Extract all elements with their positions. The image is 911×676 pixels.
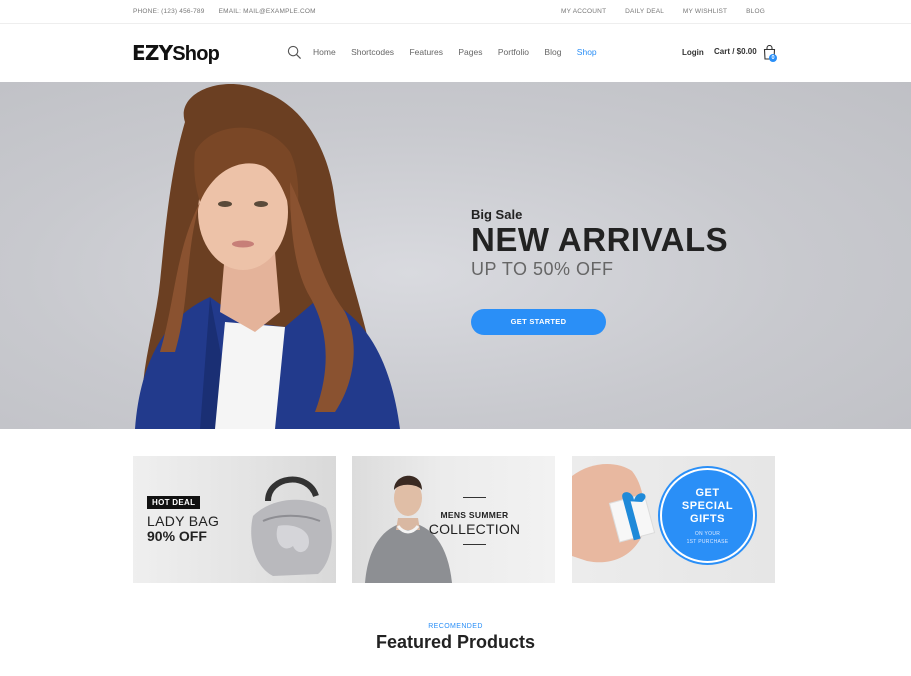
gift-title-line-3: GIFTS (690, 513, 725, 525)
handbag-image (251, 476, 332, 576)
lady-bag-discount: 90% OFF (147, 528, 207, 544)
gift-sub-line-1: ON YOUR (694, 531, 721, 537)
model-photo (135, 83, 400, 429)
hero-title: NEW ARRIVALS (471, 221, 729, 258)
get-started-button[interactable]: GET STARTED (471, 309, 606, 335)
link-daily-deal[interactable]: DAILY DEAL (625, 8, 664, 15)
hero-eyebrow: Big Sale (471, 207, 523, 222)
nav-home[interactable]: Home (313, 47, 336, 57)
email-text[interactable]: EMAIL: MAIL@EXAMPLE.COM (219, 8, 316, 15)
hero-text: Big Sale NEW ARRIVALS UP TO 50% OFF (471, 207, 728, 280)
recommended-eyebrow: RECOMENDED (428, 623, 483, 630)
logo-part-ezy: EZY (132, 41, 173, 65)
gift-title-line-2: SPECIAL (681, 500, 734, 512)
featured-products-title: Featured Products (375, 632, 536, 652)
nav-shop[interactable]: Shop (577, 47, 597, 57)
top-bar: PHONE: (123) 456-789 EMAIL: MAIL@EXAMPLE… (0, 0, 911, 24)
link-blog-top[interactable]: BLOG (746, 8, 765, 15)
nav-features[interactable]: Features (409, 47, 443, 57)
link-my-account[interactable]: MY ACCOUNT (561, 8, 606, 15)
hero-subtitle: UP TO 50% OFF (471, 259, 614, 279)
nav-pages[interactable]: Pages (458, 47, 482, 57)
mens-summer-label: MENS SUMMER (440, 510, 509, 520)
divider-line-bottom (463, 544, 486, 545)
main-nav: Home Shortcodes Features Pages Portfolio… (313, 47, 610, 57)
gift-subtitle: ON YOUR 1ST PURCHASE (662, 530, 753, 546)
nav-shortcodes[interactable]: Shortcodes (351, 47, 394, 57)
promo-card-mens-summer[interactable]: MENS SUMMER COLLECTION (352, 456, 555, 583)
hot-deal-badge: HOT DEAL (147, 496, 201, 509)
promo-card-special-gifts[interactable]: GET SPECIAL GIFTS ON YOUR 1ST PURCHASE (572, 456, 775, 583)
login-link[interactable]: Login (682, 48, 704, 57)
lady-bag-title: LADY BAG (147, 513, 220, 529)
nav-portfolio[interactable]: Portfolio (498, 47, 529, 57)
main-header: EZYShop Home Shortcodes Features Pages P… (0, 24, 911, 81)
contact-info: PHONE: (123) 456-789 EMAIL: MAIL@EXAMPLE… (133, 8, 328, 15)
nav-blog[interactable]: Blog (544, 47, 561, 57)
collection-label: COLLECTION (428, 521, 521, 537)
special-gifts-badge: GET SPECIAL GIFTS ON YOUR 1ST PURCHASE (660, 468, 755, 563)
divider-line-top (463, 497, 486, 498)
hero-banner: Big Sale NEW ARRIVALS UP TO 50% OFF GET … (0, 82, 911, 429)
cart-count-badge: 0 (769, 54, 777, 62)
gift-title-line-1: GET (695, 487, 720, 499)
logo-part-shop: Shop (172, 43, 220, 65)
top-links: MY ACCOUNT DAILY DEAL MY WISHLIST BLOG (544, 8, 765, 15)
phone-text: PHONE: (123) 456-789 (133, 8, 205, 15)
gift-sub-line-2: 1ST PURCHASE (686, 539, 729, 545)
search-icon[interactable] (287, 45, 302, 60)
cart-link[interactable]: Cart / $0.00 (714, 47, 757, 56)
site-logo[interactable]: EZYShop (132, 41, 220, 66)
link-my-wishlist[interactable]: MY WISHLIST (683, 8, 727, 15)
promo-card-lady-bag[interactable]: HOT DEAL LADY BAG 90% OFF (133, 456, 336, 583)
gift-title: GET SPECIAL GIFTS (662, 487, 753, 526)
